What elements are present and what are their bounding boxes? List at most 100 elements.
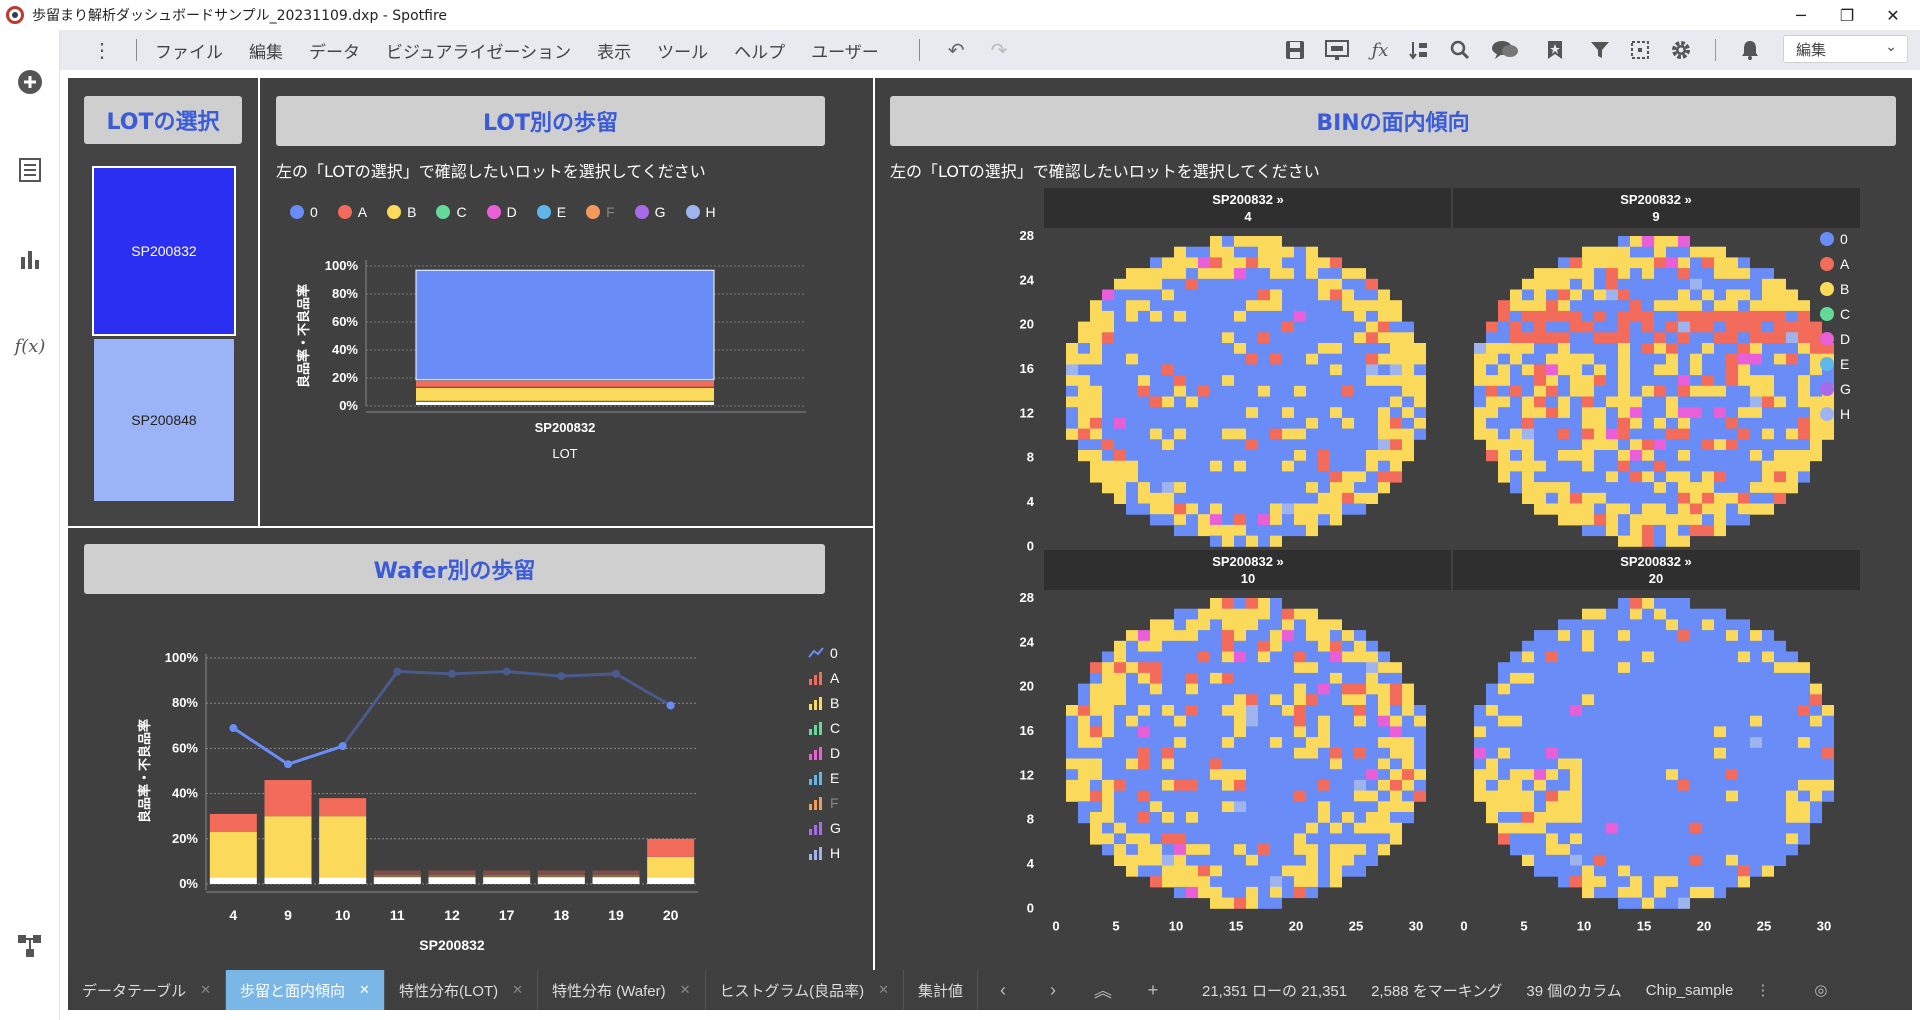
settings-gear-icon[interactable] bbox=[1666, 30, 1696, 70]
map-header-wafer: 4 bbox=[1244, 209, 1252, 224]
tab-summary[interactable]: 集計値 bbox=[904, 970, 978, 1010]
die-cell bbox=[1570, 705, 1582, 717]
status-data-table[interactable]: Chip_sample bbox=[1646, 982, 1734, 999]
legend-item-F[interactable]: F bbox=[808, 790, 841, 815]
die-cell bbox=[1330, 310, 1342, 323]
function-icon[interactable]: f(x) bbox=[14, 330, 46, 362]
menu-data[interactable]: データ bbox=[309, 38, 360, 63]
legend-item-H[interactable]: H bbox=[685, 204, 716, 220]
die-cell bbox=[1726, 672, 1738, 685]
bookmark-icon[interactable] bbox=[1540, 30, 1570, 70]
die-cell bbox=[1630, 662, 1642, 674]
legend-item-C[interactable]: C bbox=[1820, 301, 1851, 326]
die-cell bbox=[1546, 865, 1558, 877]
lot-item-sp200848[interactable]: SP200848 bbox=[94, 339, 234, 501]
menu-file[interactable]: ファイル bbox=[155, 38, 223, 63]
minimize-button[interactable]: ─ bbox=[1778, 0, 1824, 30]
legend-item-B[interactable]: B bbox=[387, 204, 416, 220]
legend-item-C[interactable]: C bbox=[808, 715, 841, 740]
close-tab-icon[interactable]: ✕ bbox=[200, 982, 211, 998]
prev-page-icon[interactable]: ‹ bbox=[978, 980, 1028, 1001]
lot-item-sp200832[interactable]: SP200832 bbox=[92, 166, 236, 336]
die-cell bbox=[1666, 833, 1678, 845]
add-page-icon[interactable]: + bbox=[1128, 980, 1178, 1001]
search-icon[interactable] bbox=[1445, 30, 1475, 70]
die-cell bbox=[1126, 812, 1138, 824]
die-cell bbox=[1126, 482, 1138, 494]
close-button[interactable]: ✕ bbox=[1870, 0, 1916, 30]
expand-pages-icon[interactable]: ︽ bbox=[1078, 977, 1128, 1003]
data-flow-icon[interactable] bbox=[14, 930, 46, 962]
tab-data-table[interactable]: データテーブル ✕ bbox=[68, 970, 227, 1010]
die-cell bbox=[1702, 608, 1714, 620]
menu-tools[interactable]: ツール bbox=[657, 38, 708, 63]
bar-series-icon bbox=[809, 671, 822, 685]
more-vertical-icon[interactable]: ⋮ bbox=[1755, 981, 1770, 999]
add-icon[interactable] bbox=[14, 66, 46, 98]
save-icon[interactable] bbox=[1280, 30, 1310, 70]
legend-item-0[interactable]: 0 bbox=[808, 640, 841, 665]
legend-item-G[interactable]: G bbox=[808, 815, 841, 840]
legend-item-F[interactable]: F bbox=[586, 204, 615, 220]
selection-icon[interactable] bbox=[1625, 30, 1655, 70]
die-cell bbox=[1066, 705, 1078, 717]
legend-item-H[interactable]: H bbox=[808, 840, 841, 865]
legend-item-B[interactable]: B bbox=[1820, 276, 1851, 301]
die-cell bbox=[1618, 503, 1630, 515]
legend-item-G[interactable]: G bbox=[1820, 376, 1851, 401]
y-tick-label: 40% bbox=[172, 786, 198, 801]
close-tab-icon[interactable]: ✕ bbox=[359, 982, 370, 998]
sort-icon[interactable] bbox=[1404, 30, 1434, 70]
tab-yield-trend[interactable]: 歩留と面内傾向 ✕ bbox=[226, 970, 385, 1010]
close-tab-icon[interactable]: ✕ bbox=[680, 982, 691, 998]
legend-item-H[interactable]: H bbox=[1820, 401, 1851, 426]
legend-item-A[interactable]: A bbox=[1820, 251, 1851, 276]
filter-icon[interactable] bbox=[1585, 30, 1615, 70]
menu-user[interactable]: ユーザー bbox=[811, 38, 879, 63]
globe-icon[interactable]: ◎ bbox=[1814, 981, 1827, 999]
legend-item-0[interactable]: 0 bbox=[290, 204, 318, 220]
more-vertical-icon[interactable]: ⋮ bbox=[92, 38, 112, 63]
menu-visualization[interactable]: ビジュアライゼーション bbox=[386, 38, 571, 63]
legend-item-E[interactable]: E bbox=[536, 204, 566, 220]
notification-bell-icon[interactable] bbox=[1735, 30, 1765, 70]
legend-item-0[interactable]: 0 bbox=[1820, 226, 1851, 251]
die-cell bbox=[1762, 640, 1774, 652]
menu-edit[interactable]: 編集 bbox=[249, 38, 283, 63]
legend-item-A[interactable]: A bbox=[808, 665, 841, 690]
legend-item-D[interactable]: D bbox=[486, 204, 517, 220]
legend-item-D[interactable]: D bbox=[1820, 326, 1851, 351]
export-ppt-icon[interactable] bbox=[1322, 30, 1352, 70]
menu-help[interactable]: ヘルプ bbox=[734, 38, 785, 63]
tab-dist-wafer[interactable]: 特性分布 (Wafer) ✕ bbox=[538, 970, 706, 1010]
tab-dist-lot[interactable]: 特性分布(LOT) ✕ bbox=[385, 970, 539, 1010]
die-cell bbox=[1474, 790, 1486, 802]
die-cell bbox=[1762, 492, 1774, 504]
restore-button[interactable]: ❐ bbox=[1824, 0, 1870, 30]
die-cell bbox=[1306, 321, 1318, 333]
comments-icon[interactable] bbox=[1490, 30, 1520, 70]
fx-icon[interactable]: ƒx bbox=[1365, 30, 1395, 70]
next-page-icon[interactable]: › bbox=[1028, 980, 1078, 1001]
close-tab-icon[interactable]: ✕ bbox=[878, 982, 889, 998]
legend-item-D[interactable]: D bbox=[808, 740, 841, 765]
legend-item-E[interactable]: E bbox=[1820, 351, 1851, 376]
legend-item-G[interactable]: G bbox=[634, 204, 666, 220]
mode-select[interactable]: 編集 ⌄ bbox=[1783, 35, 1908, 63]
legend-item-A[interactable]: A bbox=[337, 204, 367, 220]
close-tab-icon[interactable]: ✕ bbox=[512, 982, 523, 998]
legend-item-B[interactable]: B bbox=[808, 690, 841, 715]
tab-histogram[interactable]: ヒストグラム(良品率) ✕ bbox=[706, 970, 904, 1010]
undo-icon[interactable]: ↶ bbox=[948, 38, 965, 63]
die-cell bbox=[1174, 662, 1186, 674]
legend-item-C[interactable]: C bbox=[436, 204, 467, 220]
die-cell bbox=[1306, 801, 1318, 813]
y-tick-label: 20% bbox=[332, 370, 358, 385]
menu-view[interactable]: 表示 bbox=[597, 38, 631, 63]
legend-item-E[interactable]: E bbox=[808, 765, 841, 790]
die-cell bbox=[1798, 779, 1810, 792]
die-cell bbox=[1258, 396, 1270, 408]
visualization-icon[interactable] bbox=[14, 242, 46, 274]
data-list-icon[interactable] bbox=[14, 154, 46, 186]
die-cell bbox=[1582, 332, 1594, 344]
